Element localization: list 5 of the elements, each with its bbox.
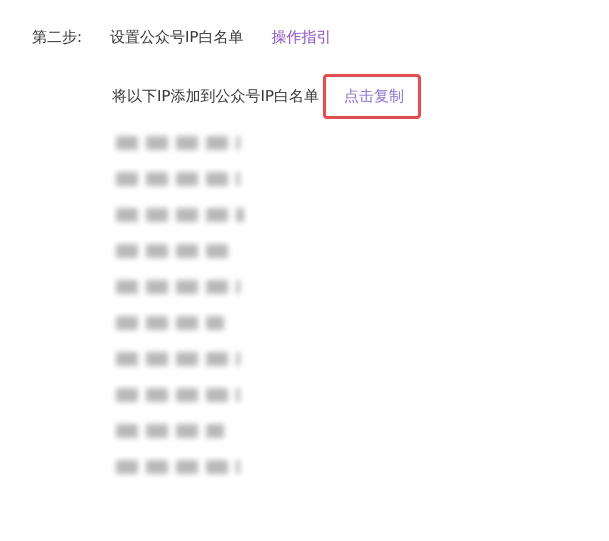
step-title: 设置公众号IP白名单 [110, 28, 244, 46]
copy-link[interactable]: 点击复制 [322, 74, 421, 118]
step-label: 第二步: [32, 28, 84, 46]
guide-link[interactable]: 操作指引 [271, 28, 332, 46]
instruction-text: 将以下IP添加到公众号IP白名单 [112, 86, 319, 106]
